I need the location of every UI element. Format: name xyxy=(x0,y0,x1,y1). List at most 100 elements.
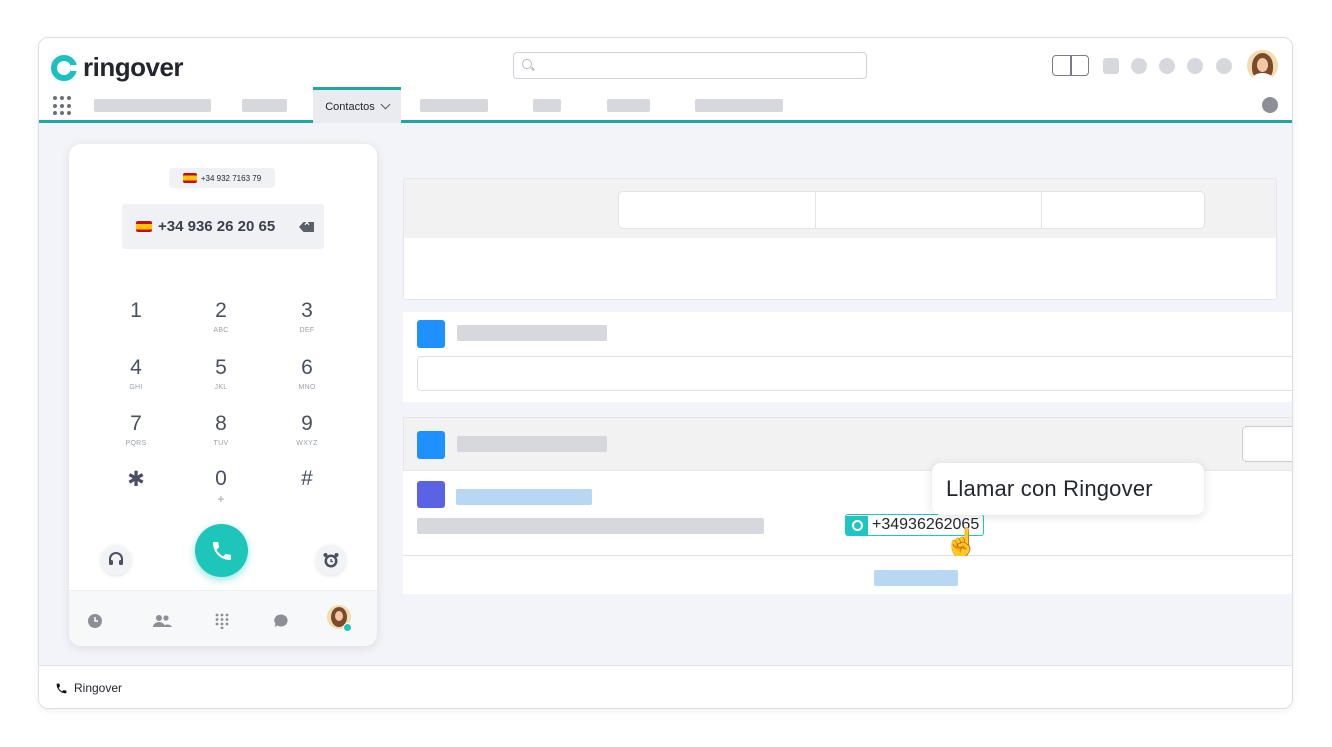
key-6[interactable]: 6 MNO xyxy=(277,356,337,391)
phone-icon xyxy=(56,683,67,693)
secondary-link-placeholder[interactable] xyxy=(874,570,958,586)
nav-tab-placeholder[interactable] xyxy=(695,99,783,112)
history-icon[interactable] xyxy=(87,613,103,629)
dialed-number-field[interactable]: +34 936 26 20 65 xyxy=(122,204,324,249)
hand-pointer-icon: ☝ xyxy=(944,527,979,558)
contacts-icon[interactable] xyxy=(151,613,173,629)
key-0[interactable]: 0 + xyxy=(191,467,251,506)
key-letters: + xyxy=(217,492,225,506)
toolbar-dot-icon[interactable] xyxy=(1216,58,1232,74)
tab-contactos[interactable]: Contactos xyxy=(313,87,401,123)
key-letters: TUV xyxy=(213,440,229,447)
contact-info-placeholder xyxy=(417,518,764,534)
call-button[interactable] xyxy=(195,524,248,577)
avatar-face xyxy=(335,611,343,621)
filters-panel-header xyxy=(404,179,1276,238)
list-action-button[interactable] xyxy=(1242,426,1292,462)
key-digit: 8 xyxy=(215,412,227,435)
list-title-placeholder xyxy=(457,436,607,452)
key-9[interactable]: 9 WXYZ xyxy=(277,412,337,447)
status-bar-label[interactable]: Ringover xyxy=(74,681,122,695)
key-digit: 9 xyxy=(301,412,313,435)
phone-icon xyxy=(212,541,231,560)
key-digit: 4 xyxy=(130,356,142,379)
status-bar: Ringover xyxy=(39,665,1292,708)
key-letters: GHI xyxy=(129,384,143,391)
key-digit: 2 xyxy=(215,299,227,322)
key-letters: MNO xyxy=(298,384,316,391)
key-letters: JKL xyxy=(214,384,228,391)
headset-icon[interactable] xyxy=(101,545,131,575)
nav-tab-placeholder[interactable] xyxy=(420,99,488,112)
top-bar: ringover Contactos xyxy=(39,38,1292,123)
nav-tab-placeholder[interactable] xyxy=(94,99,211,112)
key-5[interactable]: 5 JKL xyxy=(191,356,251,391)
ringover-logo-icon xyxy=(51,54,79,81)
section-title-placeholder xyxy=(457,325,607,341)
key-letters: DEF xyxy=(299,327,315,334)
alarm-clock-icon[interactable] xyxy=(316,545,346,575)
ringover-dialer: +34 932 7163 79 +34 936 26 20 65 1 2ABC … xyxy=(69,144,377,646)
key-hash[interactable]: # xyxy=(277,467,337,495)
nav-tab-placeholder[interactable] xyxy=(242,99,287,112)
nav-status-dot[interactable] xyxy=(1262,97,1278,113)
chat-bubble-icon[interactable] xyxy=(273,613,289,629)
section-panel xyxy=(403,312,1292,402)
online-status-dot xyxy=(343,623,352,632)
key-letters: WXYZ xyxy=(296,440,318,447)
toolbar-dot-icon[interactable] xyxy=(1131,58,1147,74)
segmented-control[interactable] xyxy=(618,191,1205,229)
toolbar-square-icon[interactable] xyxy=(1103,58,1119,74)
chevron-down-icon xyxy=(380,99,391,110)
tab-contactos-label: Contactos xyxy=(325,100,375,113)
search-input[interactable] xyxy=(513,52,867,79)
key-letters: PQRS xyxy=(125,440,147,447)
key-digit: 1 xyxy=(130,299,142,322)
caller-id-number: +34 932 7163 79 xyxy=(200,173,262,183)
spain-flag-icon xyxy=(136,221,152,232)
call-tooltip[interactable]: Llamar con Ringover xyxy=(932,463,1204,515)
keypad-icon[interactable] xyxy=(214,613,230,629)
contact-row-secondary xyxy=(403,556,1292,594)
key-3[interactable]: 3 DEF xyxy=(277,299,337,334)
key-star[interactable]: ✱ xyxy=(106,467,166,496)
spain-flag-icon xyxy=(182,173,197,183)
filters-panel xyxy=(403,178,1277,300)
avatar-face xyxy=(1257,58,1268,72)
text-input[interactable] xyxy=(417,356,1292,391)
key-letters: ABC xyxy=(213,327,229,334)
nav-tab-placeholder[interactable] xyxy=(533,99,561,112)
user-avatar[interactable] xyxy=(1247,50,1278,81)
list-header-icon xyxy=(417,431,445,459)
key-8[interactable]: 8 TUV xyxy=(191,412,251,447)
contact-avatar xyxy=(417,481,445,508)
ringover-call-icon xyxy=(846,515,868,535)
dialer-footer-nav xyxy=(69,590,377,646)
ringover-logo[interactable]: ringover xyxy=(51,52,184,83)
key-7[interactable]: 7 PQRS xyxy=(106,412,166,447)
layout-toggle-icon[interactable] xyxy=(1052,55,1089,76)
search-icon xyxy=(522,59,532,69)
apps-grid-icon[interactable] xyxy=(53,96,73,116)
key-1[interactable]: 1 xyxy=(106,299,166,327)
section-icon xyxy=(417,320,445,348)
key-digit: 0 xyxy=(215,467,227,490)
main-content: +34 932 7163 79 +34 936 26 20 65 1 2ABC … xyxy=(39,123,1292,665)
toolbar-dot-icon[interactable] xyxy=(1187,58,1203,74)
key-digit: 3 xyxy=(301,299,313,322)
avatar-body xyxy=(1253,73,1272,81)
tooltip-text: Llamar con Ringover xyxy=(946,476,1153,501)
contact-name-placeholder[interactable] xyxy=(456,489,592,505)
nav-tab-placeholder[interactable] xyxy=(607,99,650,112)
dialed-number: +34 936 26 20 65 xyxy=(158,218,276,235)
toolbar-dot-icon[interactable] xyxy=(1159,58,1175,74)
key-2[interactable]: 2 ABC xyxy=(191,299,251,334)
key-digit: 5 xyxy=(215,356,227,379)
backspace-icon[interactable] xyxy=(299,222,314,232)
key-digit: ✱ xyxy=(127,468,145,491)
key-4[interactable]: 4 GHI xyxy=(106,356,166,391)
key-digit: # xyxy=(301,467,313,490)
caller-id-selector[interactable]: +34 932 7163 79 xyxy=(169,168,275,188)
browser-window: ringover Contactos +34 932 7163 79 +34 9… xyxy=(38,37,1293,709)
key-digit: 7 xyxy=(130,412,142,435)
